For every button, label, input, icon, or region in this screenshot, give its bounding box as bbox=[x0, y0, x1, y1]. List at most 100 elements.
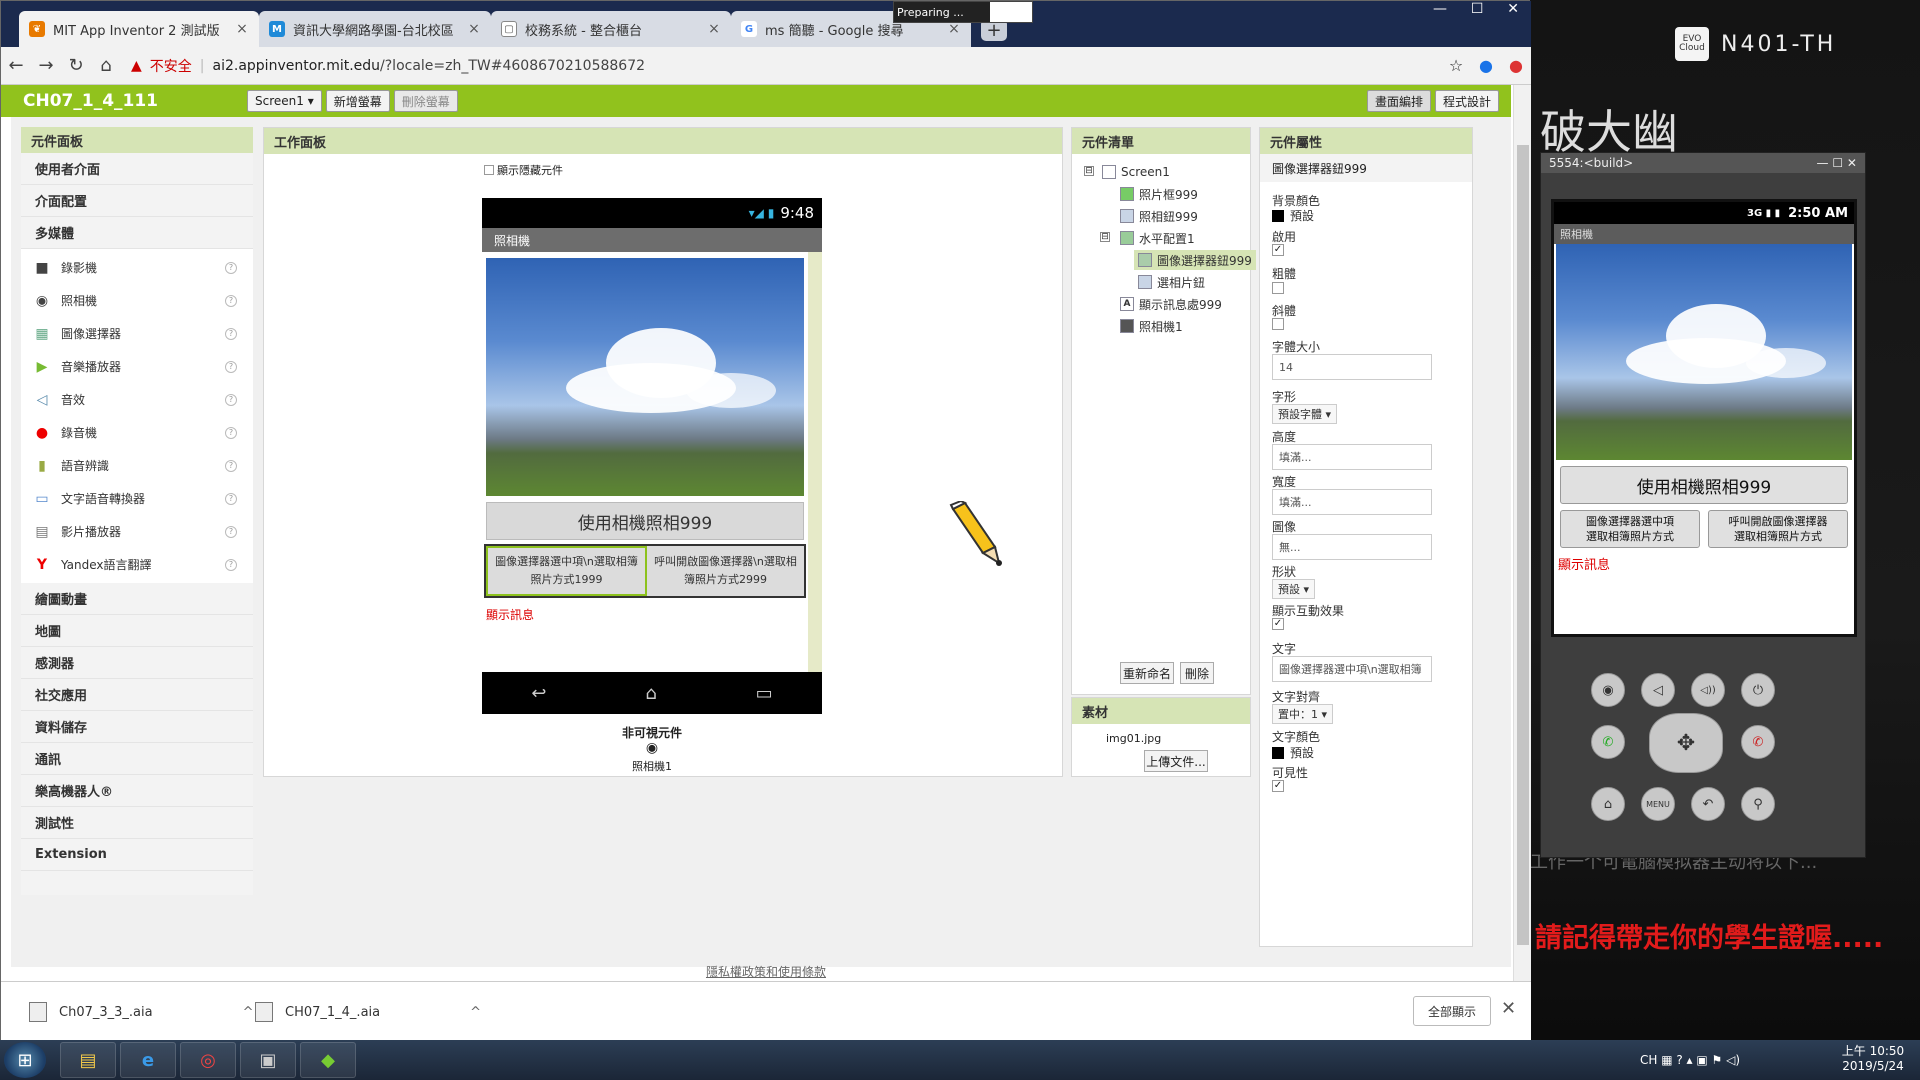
help-icon[interactable]: ? bbox=[225, 459, 237, 472]
palette-item-player[interactable]: ▶ 音樂播放器? bbox=[21, 350, 253, 383]
tab-learning-portal[interactable]: M 資訊大學網路學園-台北校區 × bbox=[259, 11, 491, 47]
dpad-icon[interactable]: ✥ bbox=[1649, 713, 1723, 773]
emulator-camera-button[interactable]: 使用相機照相999 bbox=[1560, 466, 1848, 504]
prop-bold-checkbox[interactable] bbox=[1272, 282, 1284, 294]
tree-select-photo[interactable]: 選相片鈕 bbox=[1138, 272, 1205, 292]
palette-item-camera[interactable]: ◉ 照相機? bbox=[21, 284, 253, 317]
prop-fontsize-input[interactable]: 14 bbox=[1272, 354, 1432, 380]
close-window-icon[interactable]: ✕ bbox=[1507, 1, 1519, 21]
screen-select[interactable]: Screen1 ▾ bbox=[247, 90, 322, 112]
image-picker-button[interactable]: 圖像選擇器選中項\n選取相簿照片方式1999 bbox=[486, 546, 647, 596]
close-download-bar-icon[interactable]: ✕ bbox=[1501, 998, 1521, 1022]
help-icon[interactable]: ? bbox=[225, 327, 237, 340]
tree-camera-button[interactable]: 照相鈕999 bbox=[1120, 206, 1198, 226]
category-media[interactable]: 多媒體 bbox=[21, 217, 253, 249]
message-label[interactable]: 顯示訊息 bbox=[486, 606, 534, 623]
prop-italic-checkbox[interactable] bbox=[1272, 318, 1284, 330]
palette-item-speech-recognizer[interactable]: ▮ 語音辨識? bbox=[21, 449, 253, 482]
chrome-taskbar-icon[interactable]: ◎ bbox=[180, 1042, 236, 1078]
tab-app-inventor[interactable]: ❦ MIT App Inventor 2 測試版 × bbox=[19, 11, 259, 47]
category-layout[interactable]: 介面配置 bbox=[21, 185, 253, 217]
back-icon[interactable]: ← bbox=[1, 55, 31, 76]
palette-item-text-to-speech[interactable]: ▭ 文字語音轉換器? bbox=[21, 482, 253, 515]
camera-button[interactable]: 使用相機照相999 bbox=[486, 502, 804, 540]
nonvisible-camera-icon[interactable]: ◉ bbox=[482, 740, 822, 756]
maximize-icon[interactable]: ☐ bbox=[1471, 1, 1484, 21]
emulator-image[interactable] bbox=[1556, 244, 1852, 460]
explorer-taskbar-icon[interactable]: ▤ bbox=[60, 1042, 116, 1078]
category-sensors[interactable]: 感測器 bbox=[21, 647, 253, 679]
close-icon[interactable]: × bbox=[235, 21, 249, 37]
category-lego[interactable]: 樂高機器人® bbox=[21, 775, 253, 807]
back-hw-icon[interactable]: ↶ bbox=[1691, 787, 1725, 821]
category-connectivity[interactable]: 通訊 bbox=[21, 743, 253, 775]
close-icon[interactable]: × bbox=[467, 21, 481, 37]
prop-textcolor-picker[interactable]: 預設 bbox=[1272, 744, 1314, 761]
android-taskbar-icon[interactable]: ◆ bbox=[300, 1042, 356, 1078]
tab-school-system[interactable]: ▢ 校務系統 - 整合櫃台 × bbox=[491, 11, 731, 47]
address-bar[interactable]: ▲ 不安全 | ai2.appinventor.mit.edu/?locale=… bbox=[131, 56, 1441, 76]
help-icon[interactable]: ? bbox=[225, 393, 237, 406]
category-social[interactable]: 社交應用 bbox=[21, 679, 253, 711]
help-icon[interactable]: ? bbox=[225, 360, 237, 373]
rename-button[interactable]: 重新命名 bbox=[1120, 662, 1174, 684]
collapse-toggle[interactable]: ⊟ bbox=[1084, 166, 1094, 176]
end-call-icon[interactable]: ✆ bbox=[1741, 725, 1775, 759]
forward-icon[interactable]: → bbox=[31, 55, 61, 76]
palette-item-camcorder[interactable]: ■ 錄影機? bbox=[21, 251, 253, 284]
download-item[interactable]: Ch07_3_3_.aia ^ bbox=[29, 1000, 253, 1024]
help-icon[interactable]: ? bbox=[225, 426, 237, 439]
add-screen-button[interactable]: 新增螢幕 bbox=[325, 90, 390, 112]
upload-button[interactable]: 上傳文件... bbox=[1144, 750, 1208, 772]
delete-button[interactable]: 刪除 bbox=[1180, 662, 1214, 684]
tree-camera1[interactable]: 照相機1 bbox=[1120, 316, 1183, 336]
privacy-link[interactable]: 隱私權政策和使用條款 bbox=[701, 963, 831, 979]
taskbar-clock[interactable]: 上午 10:50 2019/5/24 bbox=[1830, 1044, 1916, 1076]
tree-message-label[interactable]: A 顯示訊息處999 bbox=[1120, 294, 1222, 314]
tree-image-picker[interactable]: 圖像選擇器鈕999 bbox=[1134, 250, 1256, 270]
call-icon[interactable]: ✆ bbox=[1591, 725, 1625, 759]
collapse-toggle[interactable]: ⊟ bbox=[1100, 232, 1110, 242]
tree-image[interactable]: 照片框999 bbox=[1120, 184, 1198, 204]
profile-icon[interactable]: ● bbox=[1471, 56, 1501, 75]
menu-hw-icon[interactable]: MENU bbox=[1641, 787, 1675, 821]
scrollbar-thumb[interactable] bbox=[1517, 145, 1529, 945]
recording-widget[interactable]: Preparing ... bbox=[893, 1, 1033, 23]
palette-item-recorder[interactable]: ● 錄音機? bbox=[21, 416, 253, 449]
home-icon[interactable]: ⌂ bbox=[91, 55, 121, 76]
chevron-up-icon[interactable]: ^ bbox=[470, 1005, 481, 1020]
download-item[interactable]: CH07_1_4_.aia ^ bbox=[255, 1000, 481, 1024]
power-icon[interactable]: ⏻ bbox=[1741, 673, 1775, 707]
palette-item-video-player[interactable]: ▤ 影片播放器? bbox=[21, 515, 253, 548]
prop-width-input[interactable]: 填滿... bbox=[1272, 489, 1432, 515]
prop-text-input[interactable]: 圖像選擇器選中項\n選取相簿 bbox=[1272, 656, 1432, 682]
minimize-icon[interactable]: — bbox=[1433, 1, 1447, 21]
reload-icon[interactable]: ↻ bbox=[61, 55, 91, 76]
prop-bgcolor-picker[interactable]: 預設 bbox=[1272, 207, 1314, 224]
help-icon[interactable]: ? bbox=[225, 294, 237, 307]
prop-align-select[interactable]: 置中：1 ▾ bbox=[1272, 704, 1334, 724]
prop-image-input[interactable]: 無... bbox=[1272, 534, 1432, 560]
category-drawing-animation[interactable]: 繪圖動畫 bbox=[21, 583, 253, 615]
prop-height-input[interactable]: 填滿... bbox=[1272, 444, 1432, 470]
tree-screen1[interactable]: Screen1 bbox=[1102, 162, 1170, 182]
show-hidden-checkbox[interactable] bbox=[484, 165, 494, 175]
category-extension[interactable]: Extension bbox=[21, 839, 253, 871]
category-maps[interactable]: 地圖 bbox=[21, 615, 253, 647]
prop-typeface-select[interactable]: 預設字體 ▾ bbox=[1272, 404, 1338, 424]
bookmark-star-icon[interactable]: ☆ bbox=[1441, 56, 1471, 75]
palette-item-sound[interactable]: ◁ 音效? bbox=[21, 383, 253, 416]
ie-taskbar-icon[interactable]: e bbox=[120, 1042, 176, 1078]
tree-horizontal-arrangement[interactable]: 水平配置1 bbox=[1120, 228, 1195, 248]
designer-button[interactable]: 畫面編排 bbox=[1366, 90, 1431, 112]
media-file[interactable]: img01.jpg bbox=[1106, 732, 1161, 745]
prop-feedback-checkbox[interactable]: ✓ bbox=[1272, 618, 1284, 630]
page-scrollbar[interactable] bbox=[1513, 85, 1531, 981]
prop-enabled-checkbox[interactable]: ✓ bbox=[1272, 244, 1284, 256]
camera-hw-icon[interactable]: ◉ bbox=[1591, 673, 1625, 707]
remove-screen-button[interactable]: 刪除螢幕 bbox=[393, 90, 458, 112]
blocks-button[interactable]: 程式設計 bbox=[1434, 90, 1499, 112]
select-photo-button[interactable]: 呼叫開啟圖像選擇器\n選取相簿照片方式2999 bbox=[647, 546, 804, 596]
category-storage[interactable]: 資料儲存 bbox=[21, 711, 253, 743]
system-tray[interactable]: CH ▦ ? ▴ ▣ ⚑ ◁) bbox=[1640, 1044, 1840, 1076]
